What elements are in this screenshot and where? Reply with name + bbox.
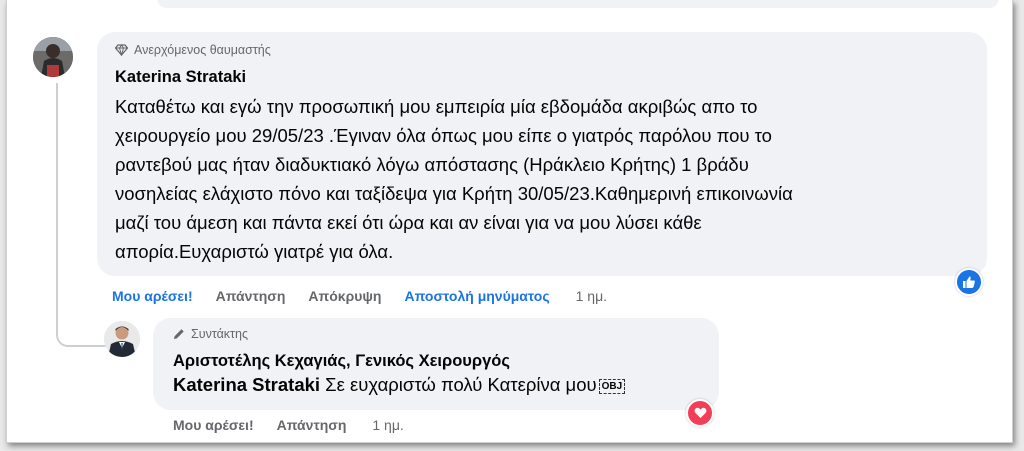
object-placeholder: OBJ <box>598 378 626 394</box>
reply-avatar[interactable] <box>104 321 140 357</box>
comment-line: νοσηλείας ελάχιστο πόνο και ταξίδεψα για… <box>115 183 793 204</box>
badge-label: Ανερχόμενος θαυμαστής <box>134 43 271 57</box>
author-badge: Συντάκτης <box>173 327 248 341</box>
heart-icon[interactable] <box>686 399 714 427</box>
badge-label: Συντάκτης <box>191 327 248 341</box>
reply-button[interactable]: Απάντηση <box>216 288 286 304</box>
send-message-button[interactable]: Αποστολή μηνύματος <box>404 288 549 304</box>
thumbs-up-icon[interactable] <box>955 268 983 296</box>
comment-line: Καταθέτω και εγώ την προσωπική μου εμπει… <box>115 96 758 117</box>
diamond-icon <box>115 44 128 56</box>
timestamp[interactable]: 1 ημ. <box>576 288 607 304</box>
pencil-icon <box>174 329 184 339</box>
mention-link[interactable]: Katerina Strataki <box>173 374 320 395</box>
comment-line: μαζί του άμεση και πάντα εκεί ότι ώρα κα… <box>115 212 702 233</box>
comment-author[interactable]: Katerina Strataki <box>115 68 246 87</box>
reply-actions: Μου αρέσει! Απάντηση 1 ημ. <box>173 417 427 433</box>
comment-body: Καταθέτω και εγώ την προσωπική μου εμπει… <box>115 92 975 266</box>
comment-actions: Μου αρέσει! Απάντηση Απόκρυψη Αποστολή μ… <box>112 288 630 304</box>
reply-button[interactable]: Απάντηση <box>277 417 347 433</box>
reply-text: Σε ευχαριστώ πολύ Κατερίνα μου <box>320 374 597 395</box>
comment-line: απορία.Ευχαριστώ γιατρέ για όλα. <box>115 241 394 262</box>
avatar[interactable] <box>33 37 73 77</box>
fan-badge: Ανερχόμενος θαυμαστής <box>115 43 271 57</box>
hide-button[interactable]: Απόκρυψη <box>308 288 381 304</box>
timestamp[interactable]: 1 ημ. <box>372 417 403 433</box>
previous-comment-bubble <box>157 0 999 8</box>
comment-line: χειρουργείο μου 29/05/23 .Έγιναν όλα όπω… <box>115 125 772 146</box>
like-button[interactable]: Μου αρέσει! <box>173 417 254 433</box>
comment-thread: Ανερχόμενος θαυμαστής Katerina Strataki … <box>6 0 1013 443</box>
comment-line: ραντεβού μας ήταν διαδυκτιακό λόγω απόστ… <box>115 154 749 175</box>
like-button[interactable]: Μου αρέσει! <box>112 288 193 304</box>
reply-author[interactable]: Αριστοτέλης Κεχαγιάς, Γενικός Χειρουργός <box>173 352 510 371</box>
reply-body: Katerina Strataki Σε ευχαριστώ πολύ Κατε… <box>173 374 626 396</box>
